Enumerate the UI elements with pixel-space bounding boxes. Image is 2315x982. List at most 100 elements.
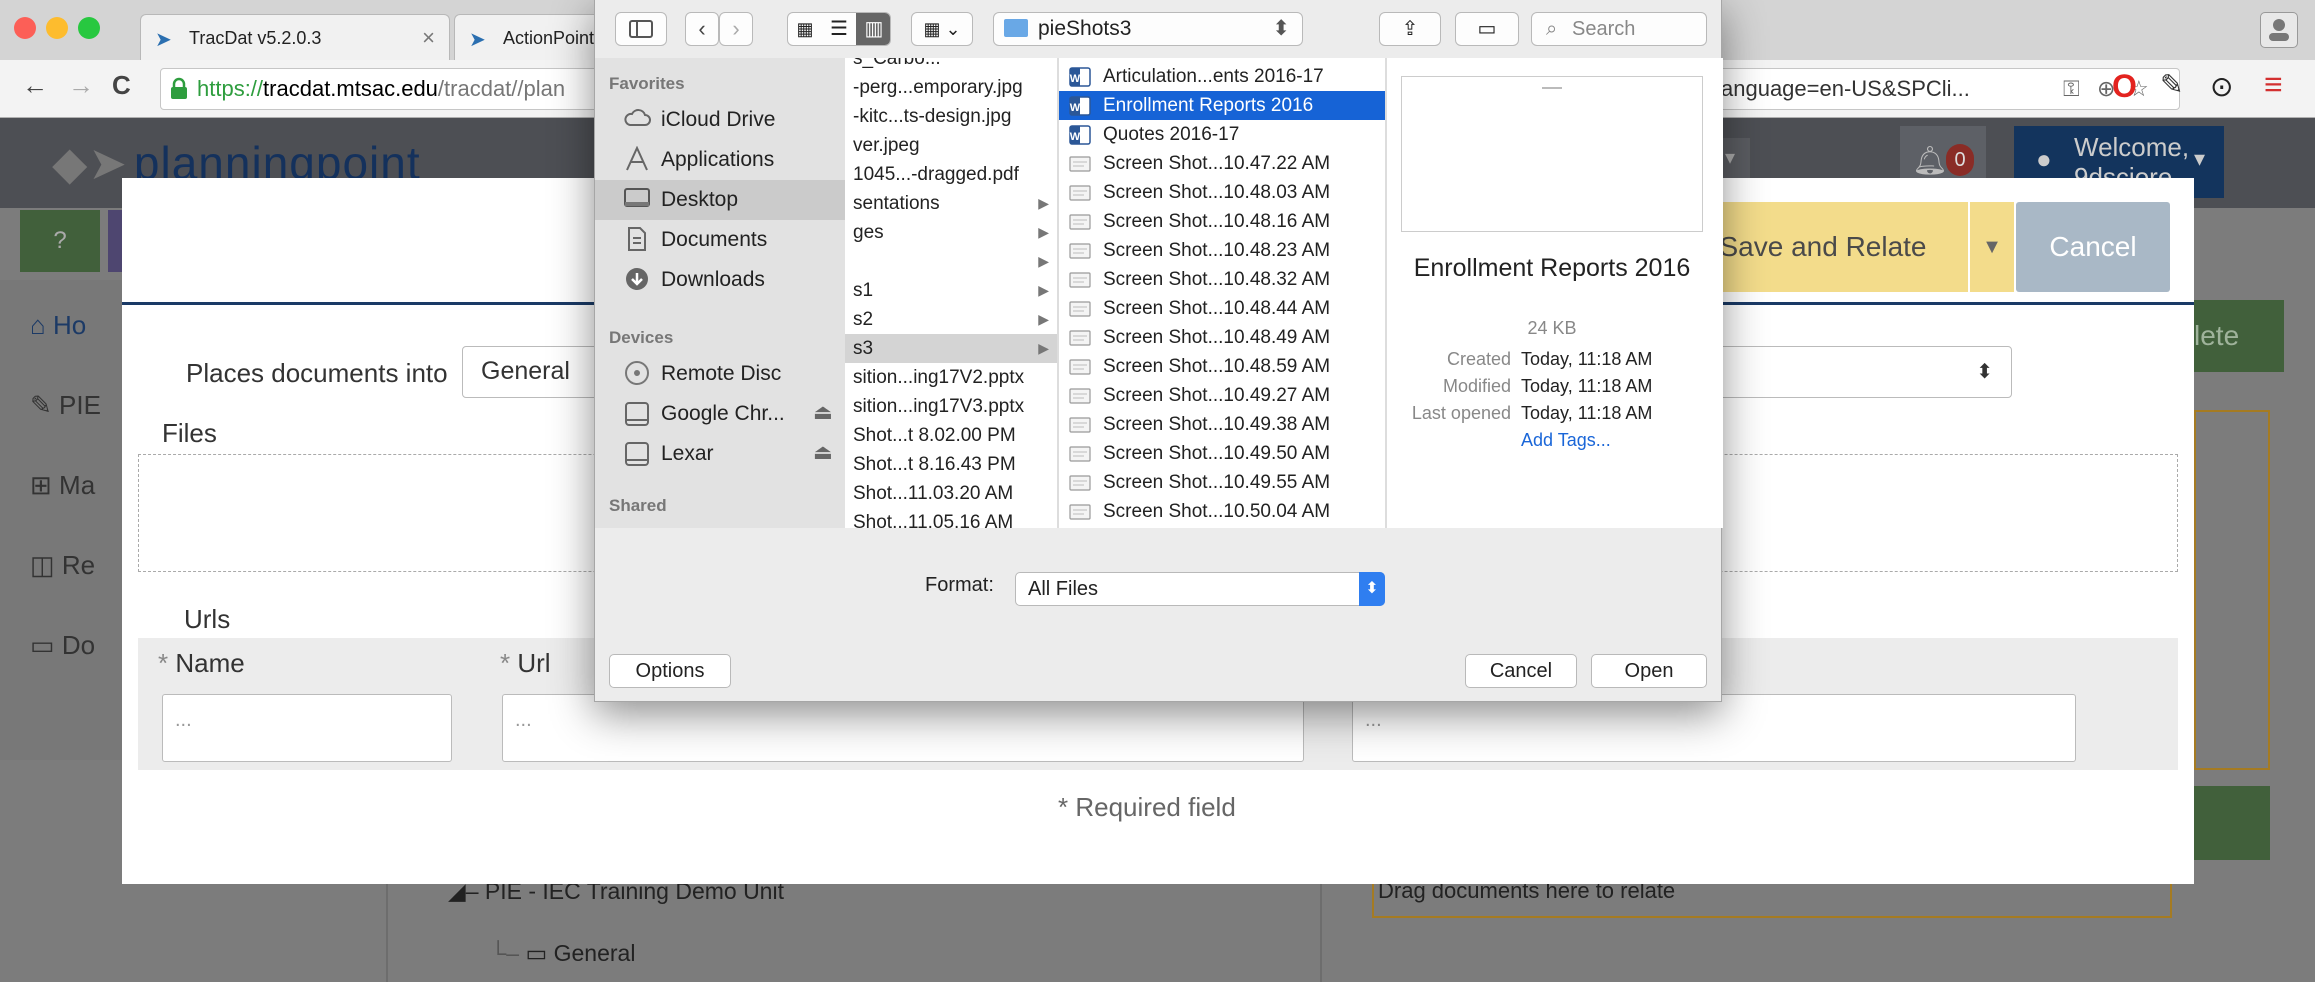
file-row[interactable]: Shot...11.03.20 AM [845, 479, 1057, 508]
file-row[interactable]: ver.jpeg [845, 131, 1057, 160]
folder-row[interactable]: s3 ▶ [845, 334, 1057, 363]
close-window-button[interactable] [14, 17, 36, 39]
user-profile-button[interactable] [2260, 12, 2298, 48]
menu-icon[interactable]: ≡ [2264, 66, 2283, 103]
row-label: Screen Shot...10.49.50 AM [1103, 443, 1331, 464]
sidebar-toggle-button[interactable] [615, 12, 667, 46]
arrange-button[interactable]: ▦ ⌄ [911, 12, 973, 46]
file-row[interactable]: W Articulation...ents 2016-17 [1059, 62, 1385, 91]
nav-item-map[interactable]: ⊞ Ma [30, 470, 95, 501]
nav-item-pie[interactable]: ✎ PIE [30, 390, 101, 421]
extension-settings-icon[interactable]: ⊙ [2210, 70, 2233, 103]
format-select[interactable]: All Files ⬍ [1015, 572, 1385, 606]
file-row[interactable]: Shot...t 8.02.00 PM [845, 421, 1057, 450]
file-row[interactable]: Screen Shot...10.48.32 AM [1059, 265, 1385, 294]
file-row[interactable]: Screen Shot...10.48.49 AM [1059, 323, 1385, 352]
folder-row[interactable]: s2 ▶ [845, 305, 1057, 334]
dialog-cancel-button[interactable]: Cancel [1465, 654, 1577, 688]
column-view-icon[interactable]: ▥ [856, 13, 890, 45]
share-button[interactable]: ⇪ [1379, 12, 1441, 46]
path-popup[interactable]: pieShots3 ⬍ [993, 12, 1303, 46]
cancel-button[interactable]: Cancel [2016, 202, 2170, 292]
divider [1320, 884, 1322, 982]
file-row[interactable]: Screen Shot...10.48.59 AM [1059, 352, 1385, 381]
file-row[interactable]: Screen Shot...10.49.38 AM [1059, 410, 1385, 439]
eject-icon[interactable]: ⏏ [813, 440, 833, 465]
file-row[interactable]: s_Carbo... [845, 58, 1057, 73]
list-view-icon[interactable]: ☰ [822, 13, 856, 45]
view-mode-control[interactable]: ▦ ☰ ▥ [787, 12, 891, 46]
file-row[interactable]: Screen Shot...10.48.44 AM [1059, 294, 1385, 323]
file-row[interactable]: Screen Shot...10.50.04 AM [1059, 497, 1385, 526]
row-label: 1045...-dragged.pdf [853, 164, 1019, 185]
forward-button[interactable]: → [68, 70, 94, 101]
file-row[interactable]: W Enrollment Reports 2016 [1059, 91, 1385, 120]
sidebar-item-desktop[interactable]: Desktop [595, 180, 845, 220]
file-row[interactable]: W Quotes 2016-17 [1059, 120, 1385, 149]
row-label: s_Carbo... [853, 58, 941, 69]
file-row[interactable]: 1045...-dragged.pdf [845, 160, 1057, 189]
sidebar-item-lexar[interactable]: Lexar ⏏ [609, 434, 841, 474]
tree-folder-node[interactable]: └– ▭ General [490, 940, 635, 967]
file-row[interactable]: Screen Shot...10.48.23 AM [1059, 236, 1385, 265]
eyedropper-extension-icon[interactable]: ✎ [2160, 68, 2183, 101]
nav-item-reports[interactable]: ◫ Re [30, 550, 95, 581]
browser-tab-actionpoint[interactable]: ➤ ActionPoint [454, 14, 604, 60]
sidebar-item-documents[interactable]: Documents [609, 220, 841, 260]
minimize-window-button[interactable] [46, 17, 68, 39]
forward-nav-button[interactable]: › [719, 12, 753, 46]
modified-value: Today, 11:18 AM [1521, 376, 1653, 396]
file-row[interactable]: Shot...11.05.16 AM [845, 508, 1057, 528]
grid-arrange-icon: ▦ ⌄ [923, 19, 961, 39]
file-row[interactable]: Screen Shot...10.49.55 AM [1059, 468, 1385, 497]
add-tags-link[interactable]: Add Tags... [1521, 427, 1721, 454]
file-row[interactable]: sition...ing17V3.pptx [845, 392, 1057, 421]
folder-row[interactable]: ▶ [845, 247, 1057, 276]
row-label: Screen Shot...10.47.22 AM [1103, 153, 1331, 174]
nav-item-documents[interactable]: ▭ Do [30, 630, 95, 661]
opera-extension-icon[interactable]: O [2112, 68, 2137, 105]
format-label: Format: [925, 574, 994, 596]
sidebar-item-icloud[interactable]: iCloud Drive [609, 100, 841, 140]
tags-button[interactable]: ▭ [1455, 12, 1519, 46]
reload-button[interactable]: C [112, 70, 131, 101]
eject-icon[interactable]: ⏏ [813, 400, 833, 425]
file-row[interactable]: sition...ing17V2.pptx [845, 363, 1057, 392]
open-button[interactable]: Open [1591, 654, 1707, 688]
key-icon[interactable]: ⚿ [2063, 69, 2080, 109]
file-row[interactable]: -kitc...ts-design.jpg [845, 102, 1057, 131]
back-nav-button[interactable]: ‹ [685, 12, 719, 46]
sidebar-item-applications[interactable]: Applications [609, 140, 841, 180]
icon-view-icon[interactable]: ▦ [788, 13, 822, 45]
url-input[interactable]: ... [502, 694, 1304, 762]
downloads-icon [623, 266, 651, 292]
sidebar-item-google-chrome[interactable]: Google Chr... ⏏ [609, 394, 841, 434]
row-label: Shot...11.05.16 AM [853, 512, 1014, 528]
sidebar-item-remote-disc[interactable]: Remote Disc [609, 354, 841, 394]
save-options-dropdown[interactable]: ▼ [1970, 202, 2014, 292]
folder-row[interactable]: s1 ▶ [845, 276, 1057, 305]
file-row[interactable]: -perg...emporary.jpg [845, 73, 1057, 102]
file-row[interactable]: Screen Shot...10.48.16 AM [1059, 207, 1385, 236]
sidebar-item-downloads[interactable]: Downloads [609, 260, 841, 300]
close-tab-icon[interactable]: × [422, 25, 435, 51]
maximize-window-button[interactable] [78, 17, 100, 39]
options-button[interactable]: Options [609, 654, 731, 688]
url-name-input[interactable]: ... [162, 694, 452, 762]
url-description-input[interactable]: ... [1352, 694, 2076, 762]
back-button[interactable]: ← [22, 70, 48, 101]
file-row[interactable]: Shot...t 8.16.43 PM [845, 450, 1057, 479]
search-field[interactable]: ⌕ Search [1531, 12, 1707, 46]
delete-button[interactable]: lete [2194, 300, 2284, 372]
help-button[interactable]: ? [20, 210, 100, 272]
folder-row[interactable]: sentations ▶ [845, 189, 1057, 218]
folder-row[interactable]: ges ▶ [845, 218, 1057, 247]
file-row[interactable]: Screen Shot...10.47.22 AM [1059, 149, 1385, 178]
file-row[interactable]: Screen Shot...10.49.27 AM [1059, 381, 1385, 410]
browser-tab-tracdat[interactable]: ➤ TracDat v5.2.0.3 × [140, 14, 450, 60]
svg-text:W: W [1070, 131, 1081, 143]
file-row[interactable]: Screen Shot...10.49.50 AM [1059, 439, 1385, 468]
bell-icon: 🔔︎ [1912, 145, 1948, 176]
file-row[interactable]: Screen Shot...10.48.03 AM [1059, 178, 1385, 207]
nav-item-home[interactable]: ⌂ Ho [30, 310, 86, 341]
